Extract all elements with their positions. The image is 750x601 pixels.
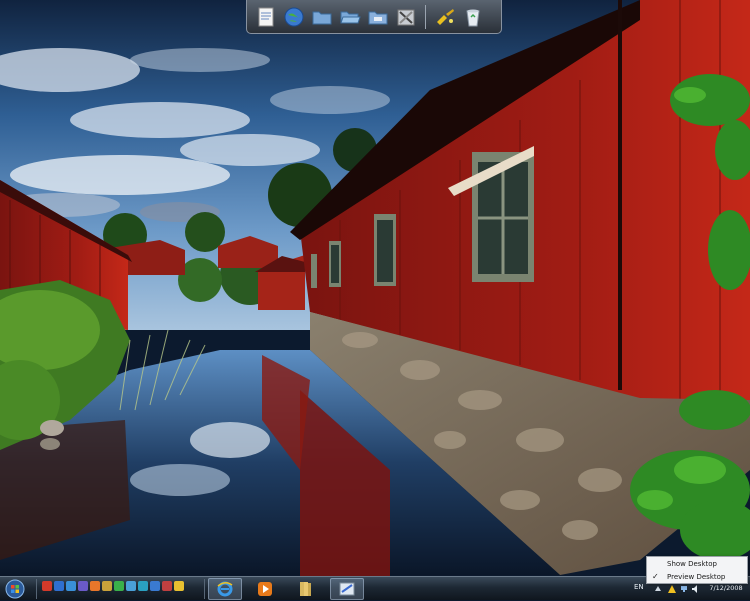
globe-icon[interactable] bbox=[281, 4, 307, 30]
folder-icon[interactable] bbox=[365, 4, 391, 30]
recycle-bin-icon[interactable] bbox=[460, 4, 486, 30]
desktop-context-popup: Show Desktop ✓ Preview Desktop bbox=[646, 556, 748, 584]
up-arrow-icon[interactable] bbox=[654, 585, 662, 593]
desktop-wallpaper bbox=[0, 0, 750, 576]
quick-launch-icon[interactable] bbox=[78, 581, 88, 591]
windows-logo-icon bbox=[5, 579, 25, 599]
internet-explorer-icon bbox=[217, 581, 233, 597]
preview-desktop-item[interactable]: ✓ Preview Desktop bbox=[647, 571, 747, 583]
taskbar-library-button[interactable] bbox=[288, 578, 322, 600]
quick-launch-icon[interactable] bbox=[42, 581, 52, 591]
taskbar-media-player-button[interactable] bbox=[248, 578, 282, 600]
document-icon[interactable] bbox=[253, 4, 279, 30]
media-player-icon bbox=[258, 582, 272, 596]
preview-desktop-label: Preview Desktop bbox=[667, 573, 726, 581]
quick-launch-icon[interactable] bbox=[102, 581, 112, 591]
quick-launch-icon[interactable] bbox=[126, 581, 136, 591]
dock-toolbar bbox=[246, 0, 502, 34]
quick-launch-icon[interactable] bbox=[150, 581, 160, 591]
folder-icon[interactable] bbox=[309, 4, 335, 30]
quick-launch-icon[interactable] bbox=[54, 581, 64, 591]
quick-launch-icon[interactable] bbox=[138, 581, 148, 591]
checkmark-icon: ✓ bbox=[652, 572, 659, 581]
quick-launch-icon[interactable] bbox=[162, 581, 172, 591]
taskbar: EN 7/12/2008 bbox=[0, 576, 750, 600]
library-icon bbox=[300, 582, 311, 596]
quick-launch-bar bbox=[42, 581, 184, 591]
quick-launch-icon[interactable] bbox=[114, 581, 124, 591]
taskbar-separator bbox=[204, 579, 205, 599]
quick-launch-icon[interactable] bbox=[90, 581, 100, 591]
volume-icon[interactable] bbox=[692, 585, 700, 593]
network-icon[interactable] bbox=[680, 585, 688, 593]
show-desktop-item[interactable]: Show Desktop bbox=[647, 558, 747, 570]
quick-launch-icon[interactable] bbox=[66, 581, 76, 591]
start-button[interactable] bbox=[3, 578, 27, 600]
dock-separator bbox=[425, 4, 426, 29]
tools-icon[interactable] bbox=[393, 4, 419, 30]
warning-icon[interactable] bbox=[668, 585, 676, 593]
folder-open-icon[interactable] bbox=[337, 4, 363, 30]
taskbar-app-button[interactable] bbox=[330, 578, 364, 600]
window-icon bbox=[339, 582, 355, 596]
taskbar-ie-button[interactable] bbox=[208, 578, 242, 600]
taskbar-separator bbox=[36, 579, 37, 599]
language-indicator[interactable]: EN bbox=[634, 583, 644, 591]
cleaner-icon[interactable] bbox=[432, 4, 458, 30]
clock-date: 7/12/2008 bbox=[709, 584, 743, 592]
quick-launch-icon[interactable] bbox=[174, 581, 184, 591]
